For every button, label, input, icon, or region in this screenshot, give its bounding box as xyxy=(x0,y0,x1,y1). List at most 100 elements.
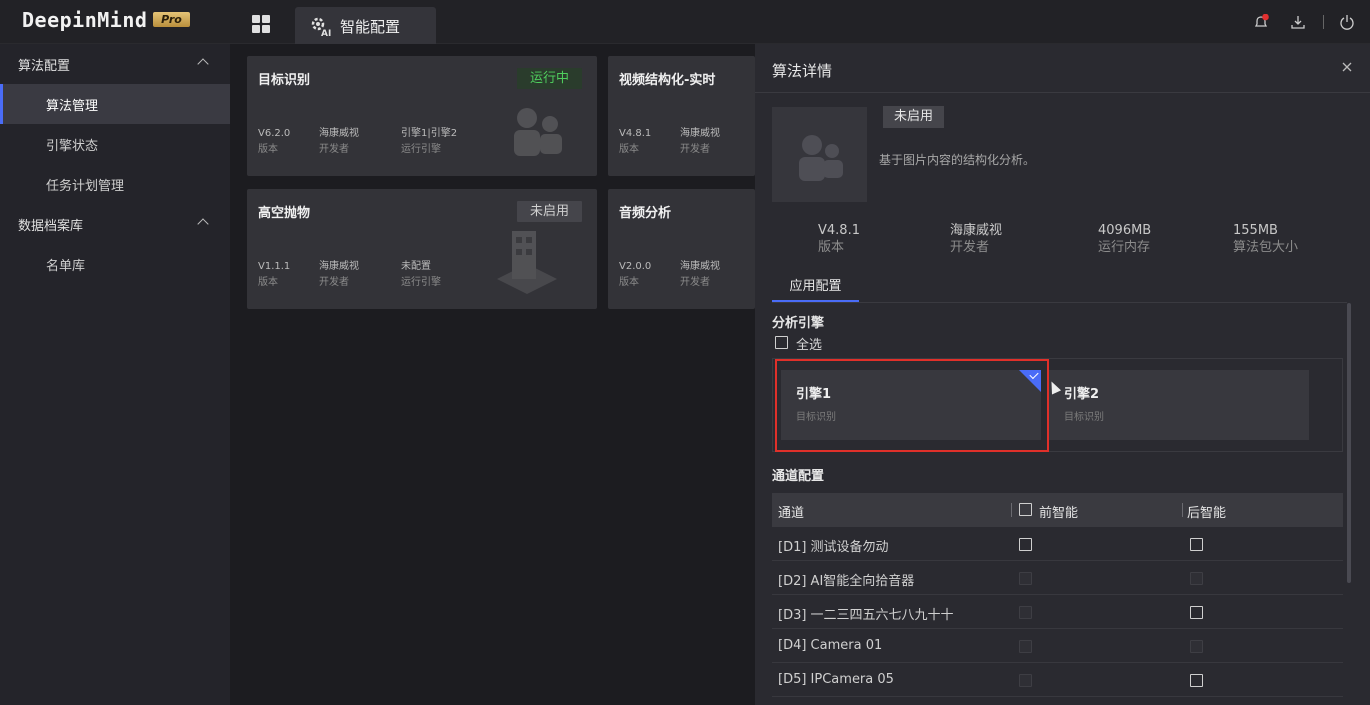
chevron-up-icon xyxy=(197,58,209,70)
sidebar-group-label: 数据档案库 xyxy=(18,219,84,234)
stat-value: 155MB xyxy=(1233,223,1278,238)
stat-package-size: 155MB 算法包大小 xyxy=(1233,222,1298,256)
bell-icon[interactable] xyxy=(1253,14,1269,30)
algo-thumbnail xyxy=(772,107,867,202)
col-separator xyxy=(1011,503,1012,517)
stat-version: V4.8.1 版本 xyxy=(818,222,860,256)
table-row: [D5] IPCamera 05 xyxy=(772,663,1343,697)
col-back-ai: 后智能 xyxy=(1187,506,1227,521)
card-developer: 海康威视 开发者 xyxy=(680,126,720,158)
tab-app-config[interactable]: 应用配置 xyxy=(772,274,859,302)
building-icon xyxy=(497,231,557,294)
card-version: V6.2.0 版本 xyxy=(258,126,290,158)
stat-label: 算法包大小 xyxy=(1233,240,1299,255)
table-row: [D1] 测试设备勿动 xyxy=(772,527,1343,561)
card-developer: 海康威视 开发者 xyxy=(319,126,359,158)
card-engine-value: 引擎1|引擎2 xyxy=(401,128,458,139)
select-all-checkbox[interactable] xyxy=(775,336,788,349)
front-ai-checkbox xyxy=(1019,572,1032,585)
back-ai-checkbox[interactable] xyxy=(1190,606,1203,619)
engine-sub: 目标识别 xyxy=(1064,412,1104,423)
chevron-up-icon xyxy=(197,218,209,230)
sidebar-item-algo-manage[interactable]: 算法管理 xyxy=(0,84,230,124)
card-version-label: 版本 xyxy=(258,144,278,155)
card-version-value: V4.8.1 xyxy=(619,128,652,139)
people-icon xyxy=(799,135,843,181)
col-channel: 通道 xyxy=(778,506,805,521)
channel-table-header: 通道 前智能 后智能 xyxy=(772,493,1343,527)
col-separator xyxy=(1182,503,1183,517)
sidebar-item-task-plan[interactable]: 任务计划管理 xyxy=(0,164,230,204)
card-version: V4.8.1 版本 xyxy=(619,126,651,158)
back-ai-checkbox[interactable] xyxy=(1190,674,1203,687)
card-version-label: 版本 xyxy=(619,277,639,288)
app-logo[interactable]: DeepinMind xyxy=(22,8,147,32)
sidebar-item-label: 引擎状态 xyxy=(46,139,99,154)
stat-value: V4.8.1 xyxy=(818,223,860,238)
svg-text:AI: AI xyxy=(321,29,331,37)
back-ai-checkbox xyxy=(1190,572,1203,585)
people-icon xyxy=(514,108,562,156)
panel-divider xyxy=(755,92,1370,93)
ai-gear-icon: AI xyxy=(311,17,331,37)
algo-card-high-altitude[interactable]: 高空抛物 未启用 V1.1.1 版本 海康威视 开发者 未配置 运行引擎 xyxy=(247,189,597,309)
stat-label: 开发者 xyxy=(950,240,990,255)
back-ai-checkbox[interactable] xyxy=(1190,538,1203,551)
front-ai-all-checkbox[interactable] xyxy=(1019,503,1032,516)
sidebar-group-algo-config[interactable]: 算法配置 xyxy=(0,44,230,84)
card-developer-value: 海康威视 xyxy=(680,128,720,139)
card-version: V1.1.1 版本 xyxy=(258,259,290,291)
card-developer: 海康威视 开发者 xyxy=(319,259,359,291)
algo-detail-panel: 算法详情 未启用 基于图片内容的结构化分析。 V4.8.1 版本 海康威视 开发… xyxy=(755,44,1370,705)
sidebar-item-label: 任务计划管理 xyxy=(46,179,125,194)
card-engine-label: 运行引擎 xyxy=(401,277,441,288)
algo-description: 基于图片内容的结构化分析。 xyxy=(879,153,1036,167)
card-developer: 海康威视 开发者 xyxy=(680,259,720,291)
card-engine-value: 未配置 xyxy=(401,261,431,272)
select-all-label[interactable]: 全选 xyxy=(796,334,822,353)
card-title: 目标识别 xyxy=(258,73,311,88)
card-version-value: V1.1.1 xyxy=(258,261,291,272)
card-title: 视频结构化-实时 xyxy=(619,73,716,88)
sidebar-item-engine-status[interactable]: 引擎状态 xyxy=(0,124,230,164)
card-version: V2.0.0 版本 xyxy=(619,259,651,291)
sidebar-item-list-library[interactable]: 名单库 xyxy=(0,244,230,284)
scrollbar-thumb[interactable] xyxy=(1347,303,1351,583)
card-version-label: 版本 xyxy=(258,277,278,288)
sidebar: 算法配置 算法管理 引擎状态 任务计划管理 数据档案库 名单库 xyxy=(0,44,230,705)
channel-name: [D5] IPCamera 05 xyxy=(778,672,894,687)
front-ai-checkbox xyxy=(1019,606,1032,619)
algo-card-audio-analysis[interactable]: 音频分析 V2.0.0 版本 海康威视 开发者 xyxy=(608,189,755,309)
table-row: [D2] AI智能全向拾音器 xyxy=(772,561,1343,595)
highlight-box xyxy=(775,359,1049,452)
tab-smart-config[interactable]: AI 智能配置 xyxy=(295,7,436,44)
topbar-divider xyxy=(1323,15,1324,29)
card-title: 音频分析 xyxy=(619,206,672,221)
engine-name: 引擎2 xyxy=(1064,387,1100,402)
close-icon[interactable] xyxy=(1340,60,1354,74)
sidebar-group-data-archive[interactable]: 数据档案库 xyxy=(0,204,230,244)
algo-card-target-recognition[interactable]: 目标识别 运行中 V6.2.0 版本 海康威视 开发者 引擎1|引擎2 运行引擎 xyxy=(247,56,597,176)
stat-label: 运行内存 xyxy=(1098,240,1151,255)
card-title: 高空抛物 xyxy=(258,206,311,221)
algo-card-video-structure[interactable]: 视频结构化-实时 V4.8.1 版本 海康威视 开发者 xyxy=(608,56,755,176)
card-version-label: 版本 xyxy=(619,144,639,155)
power-icon[interactable] xyxy=(1339,14,1355,30)
card-developer-label: 开发者 xyxy=(680,277,710,288)
card-version-value: V2.0.0 xyxy=(619,261,652,272)
top-bar: DeepinMind Pro AI 智能配置 xyxy=(0,0,1370,44)
channel-section-title: 通道配置 xyxy=(772,469,825,484)
download-icon[interactable] xyxy=(1290,14,1306,30)
status-badge: 未启用 xyxy=(883,106,945,128)
tab-label: 智能配置 xyxy=(340,18,401,36)
sidebar-item-label: 名单库 xyxy=(46,259,86,274)
card-developer-label: 开发者 xyxy=(680,144,710,155)
channel-name: [D2] AI智能全向拾音器 xyxy=(778,574,915,589)
engine-card-2[interactable]: 引擎2 目标识别 xyxy=(1049,370,1309,440)
card-developer-value: 海康威视 xyxy=(319,261,359,272)
back-ai-checkbox xyxy=(1190,640,1203,653)
stat-value: 4096MB xyxy=(1098,223,1152,238)
front-ai-checkbox[interactable] xyxy=(1019,538,1032,551)
card-engine-label: 运行引擎 xyxy=(401,144,441,155)
app-grid-icon[interactable] xyxy=(252,15,270,33)
